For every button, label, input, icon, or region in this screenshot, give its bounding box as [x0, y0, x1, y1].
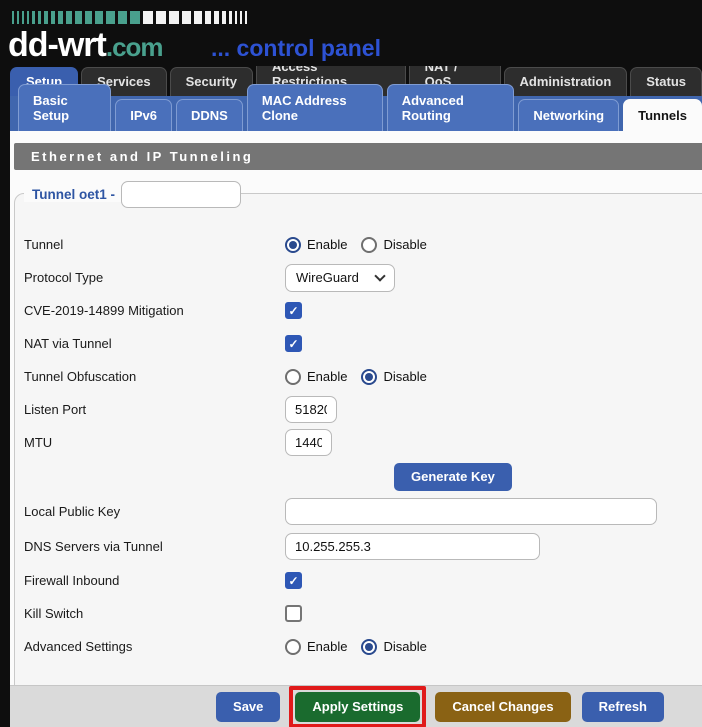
obfuscation-enable-radio[interactable]: [285, 369, 301, 385]
row-mtu: MTU: [14, 426, 702, 459]
obfuscation-disable-radio[interactable]: [361, 369, 377, 385]
tunnel-radio-group: Enable Disable: [285, 237, 435, 253]
advanced-settings-label: Advanced Settings: [24, 639, 285, 654]
obfuscation-enable-label: Enable: [307, 369, 347, 384]
header: dd-wrt.com ... control panel: [0, 0, 702, 66]
refresh-button[interactable]: Refresh: [582, 692, 664, 722]
firewall-inbound-label: Firewall Inbound: [24, 573, 285, 588]
logo-tagline: ... control panel: [211, 35, 381, 61]
tunnel-disable-radio[interactable]: [361, 237, 377, 253]
nat-via-tunnel-checkbox[interactable]: [285, 335, 302, 352]
content-area: Ethernet and IP Tunneling Tunnel oet1 - …: [10, 131, 702, 685]
advanced-disable-radio[interactable]: [361, 639, 377, 655]
subtab-ipv6[interactable]: IPv6: [115, 99, 172, 131]
apply-settings-button[interactable]: Apply Settings: [295, 692, 420, 722]
protocol-type-select[interactable]: WireGuard: [285, 264, 395, 292]
obfuscation-radio-group: Enable Disable: [285, 369, 435, 385]
protocol-type-value: WireGuard: [296, 270, 359, 285]
cancel-changes-button[interactable]: Cancel Changes: [435, 692, 570, 722]
form-rows: Tunnel Enable Disable Protocol Type Wire…: [14, 228, 702, 663]
dns-servers-input[interactable]: [285, 533, 540, 560]
tunnel-enable-radio[interactable]: [285, 237, 301, 253]
row-listen-port: Listen Port: [14, 393, 702, 426]
logo-bars-graphic: [12, 11, 247, 24]
sub-tab-bar: Basic Setup IPv6 DDNS MAC Address Clone …: [10, 96, 702, 131]
cve-mitigation-checkbox[interactable]: [285, 302, 302, 319]
section-header: Ethernet and IP Tunneling: [14, 143, 702, 170]
row-firewall-inbound: Firewall Inbound: [14, 564, 702, 597]
row-tunnel-obfuscation: Tunnel Obfuscation Enable Disable: [14, 360, 702, 393]
local-public-key-label: Local Public Key: [24, 504, 285, 519]
nat-via-tunnel-label: NAT via Tunnel: [24, 336, 285, 351]
logo: dd-wrt.com ... control panel: [8, 26, 381, 65]
row-nat-via-tunnel: NAT via Tunnel: [14, 327, 702, 360]
tab-security[interactable]: Security: [170, 67, 253, 96]
dd-wrt-control-panel: dd-wrt.com ... control panel Setup Servi…: [0, 0, 702, 727]
cve-mitigation-label: CVE-2019-14899 Mitigation: [24, 303, 285, 318]
save-button[interactable]: Save: [216, 692, 280, 722]
subtab-ddns[interactable]: DDNS: [176, 99, 243, 131]
row-local-public-key: Local Public Key: [14, 494, 702, 529]
subtab-advanced-routing[interactable]: Advanced Routing: [387, 84, 515, 131]
apply-settings-highlight: Apply Settings: [289, 686, 426, 727]
row-generate-key: Generate Key: [14, 459, 702, 494]
local-public-key-input[interactable]: [285, 498, 657, 525]
subtab-networking[interactable]: Networking: [518, 99, 619, 131]
tunnel-disable-label: Disable: [383, 237, 426, 252]
logo-text-suffix: .com: [106, 32, 163, 62]
tunnel-legend: Tunnel oet1 -: [24, 181, 241, 208]
mtu-input[interactable]: [285, 429, 332, 456]
tunnel-legend-label: Tunnel oet1 -: [24, 187, 121, 202]
advanced-radio-group: Enable Disable: [285, 639, 435, 655]
advanced-enable-radio[interactable]: [285, 639, 301, 655]
row-tunnel: Tunnel Enable Disable: [14, 228, 702, 261]
logo-text-main: dd-wrt: [8, 26, 106, 64]
protocol-type-label: Protocol Type: [24, 270, 285, 285]
subtab-basic-setup[interactable]: Basic Setup: [18, 84, 111, 131]
row-kill-switch: Kill Switch: [14, 597, 702, 630]
firewall-inbound-checkbox[interactable]: [285, 572, 302, 589]
listen-port-input[interactable]: [285, 396, 337, 423]
subtab-mac-address-clone[interactable]: MAC Address Clone: [247, 84, 383, 131]
listen-port-label: Listen Port: [24, 402, 285, 417]
tab-administration[interactable]: Administration: [504, 67, 628, 96]
tunnel-label: Tunnel: [24, 237, 285, 252]
row-dns-servers: DNS Servers via Tunnel: [14, 529, 702, 564]
row-protocol-type: Protocol Type WireGuard: [14, 261, 702, 294]
tunnel-obfuscation-label: Tunnel Obfuscation: [24, 369, 285, 384]
chevron-down-icon: [374, 270, 385, 281]
generate-key-button[interactable]: Generate Key: [394, 463, 512, 491]
tab-status[interactable]: Status: [630, 67, 702, 96]
kill-switch-checkbox[interactable]: [285, 605, 302, 622]
mtu-label: MTU: [24, 435, 285, 450]
footer-action-bar: Save Apply Settings Cancel Changes Refre…: [10, 685, 702, 727]
tunnel-enable-label: Enable: [307, 237, 347, 252]
advanced-enable-label: Enable: [307, 639, 347, 654]
dns-servers-label: DNS Servers via Tunnel: [24, 539, 285, 554]
advanced-disable-label: Disable: [383, 639, 426, 654]
kill-switch-label: Kill Switch: [24, 606, 285, 621]
tunnel-name-input[interactable]: [121, 181, 241, 208]
subtab-tunnels[interactable]: Tunnels: [623, 99, 702, 131]
obfuscation-disable-label: Disable: [383, 369, 426, 384]
row-advanced-settings: Advanced Settings Enable Disable: [14, 630, 702, 663]
row-cve-mitigation: CVE-2019-14899 Mitigation: [14, 294, 702, 327]
